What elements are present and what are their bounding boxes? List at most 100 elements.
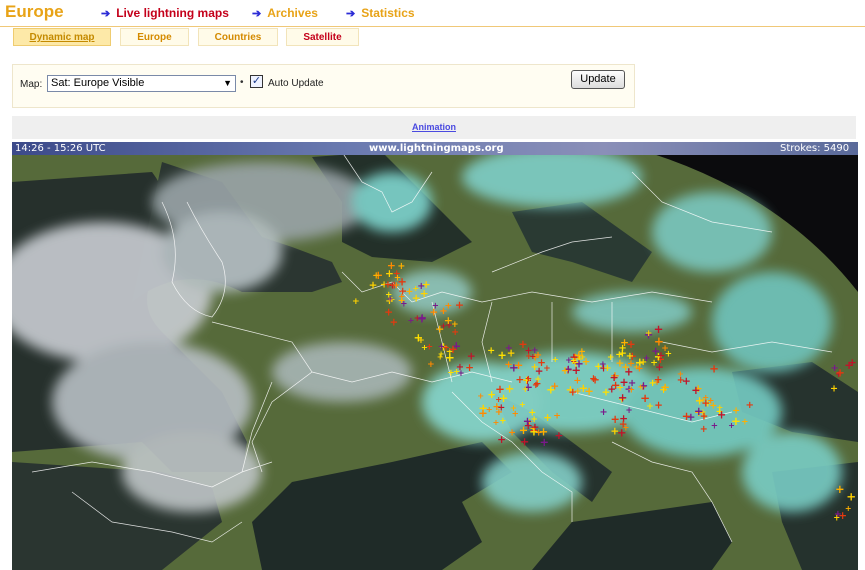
lightning-stroke-marker: +	[584, 385, 593, 398]
lightning-stroke-marker: +	[600, 407, 608, 418]
lightning-stroke-marker: +	[486, 404, 493, 414]
lightning-stroke-marker: +	[555, 430, 564, 442]
lightning-stroke-marker: +	[467, 350, 476, 363]
lightning-stroke-marker: +	[711, 422, 718, 432]
tab-satellite[interactable]: Satellite	[286, 28, 359, 46]
lightning-stroke-marker: +	[352, 296, 360, 307]
lightning-stroke-marker: +	[514, 358, 524, 372]
lightning-stroke-marker: +	[628, 386, 635, 396]
lightning-stroke-marker: +	[525, 375, 532, 385]
lightning-stroke-marker: +	[512, 409, 519, 419]
strokes-count: 5490	[823, 143, 850, 154]
lightning-stroke-marker: +	[594, 361, 602, 372]
lightning-stroke-marker: +	[654, 322, 664, 336]
lightning-stroke-marker: +	[741, 417, 748, 427]
lightning-stroke-marker: +	[700, 411, 709, 423]
lightning-stroke-marker: +	[393, 281, 400, 291]
lightning-stroke-marker: +	[553, 412, 561, 422]
lightning-stroke-marker: +	[660, 380, 670, 394]
lightning-stroke-marker: +	[835, 483, 844, 496]
satellite-lightning-map[interactable]: + + + + + + + + + + + + + + + + + + + + + + + + + + + + + + + + + + + + + + + +…	[12, 142, 858, 570]
lightning-stroke-marker: +	[531, 362, 539, 373]
lightning-stroke-marker: +	[519, 400, 526, 409]
lightning-stroke-marker: +	[654, 335, 664, 349]
lightning-stroke-marker: +	[574, 356, 584, 370]
lightning-stroke-marker: +	[700, 424, 708, 435]
tab-dynamic-map[interactable]: Dynamic map	[13, 28, 111, 46]
nav-link-label: Archives	[267, 6, 318, 20]
nav-link-label: Statistics	[361, 6, 415, 20]
lightning-stroke-marker: +	[520, 434, 530, 448]
lightning-stroke-marker: +	[615, 349, 623, 360]
lightning-stroke-marker: +	[530, 352, 537, 361]
lightning-stroke-marker: +	[427, 360, 435, 370]
lightning-stroke-marker: +	[438, 343, 445, 353]
nav-link-archives[interactable]: ➔ Archives	[252, 6, 318, 20]
lightning-stroke-marker: +	[493, 418, 500, 427]
lightning-stroke-marker: +	[487, 346, 495, 357]
lightning-stroke-marker: +	[529, 424, 539, 438]
lightning-stroke-marker: +	[505, 382, 515, 396]
lightning-stroke-marker: +	[682, 374, 691, 387]
lightning-stroke-marker: +	[508, 427, 516, 438]
lightning-stroke-marker: +	[465, 362, 474, 374]
lightning-stroke-marker: +	[848, 356, 857, 369]
lightning-stroke-marker: +	[455, 298, 464, 311]
lightning-stroke-marker: +	[607, 353, 614, 363]
separator-dot: •	[240, 77, 244, 88]
lightning-stroke-marker: +	[440, 321, 447, 331]
lightning-stroke-marker: +	[543, 364, 550, 374]
page-title: Europe	[5, 2, 64, 21]
lightning-stroke-marker: +	[429, 305, 438, 318]
lightning-stroke-marker: +	[654, 399, 663, 411]
lightning-stroke-marker: +	[385, 268, 394, 280]
lightning-stroke-marker: +	[709, 362, 719, 376]
tab-countries[interactable]: Countries	[198, 28, 278, 46]
lightning-stroke-marker: +	[639, 357, 647, 368]
chevron-down-icon: ▼	[223, 78, 232, 88]
header-divider	[0, 26, 865, 27]
lightning-stroke-marker: +	[447, 368, 454, 378]
lightning-stroke-marker: +	[731, 414, 741, 428]
lightning-stroke-marker: +	[408, 315, 415, 325]
lightning-stroke-marker: +	[574, 387, 582, 397]
lightning-stroke-marker: +	[682, 409, 692, 423]
lightning-stroke-marker: +	[369, 279, 378, 291]
lightning-stroke-marker: +	[400, 300, 407, 310]
map-select-value: Sat: Europe Visible	[51, 77, 145, 89]
lightning-stroke-marker: +	[539, 424, 549, 438]
lightning-stroke-marker: +	[573, 376, 581, 387]
lightning-stroke-marker: +	[649, 378, 657, 389]
lightning-stroke-marker: +	[412, 292, 421, 305]
lightning-stroke-marker: +	[456, 362, 464, 373]
tab-europe[interactable]: Europe	[120, 28, 189, 46]
lightning-stroke-marker: +	[477, 391, 484, 401]
site-url-label: www.lightningmaps.org	[369, 143, 504, 154]
arrow-right-icon: ➔	[346, 7, 356, 20]
auto-update-checkbox[interactable]: ✓	[250, 75, 263, 88]
strokes-counter: Strokes: 5490	[780, 142, 849, 156]
animation-link[interactable]: Animation	[0, 122, 865, 132]
lightning-stroke-marker: +	[497, 433, 506, 446]
lightning-stroke-marker: +	[746, 400, 754, 411]
lightning-stroke-marker: +	[602, 385, 611, 398]
lightning-stroke-marker: +	[426, 342, 434, 352]
nav-link-live-lightning-maps[interactable]: ➔ Live lightning maps	[101, 6, 229, 20]
lightning-stroke-marker: +	[707, 396, 714, 406]
lightning-stroke-marker: +	[846, 489, 856, 503]
lightning-stroke-marker: +	[507, 347, 516, 359]
lightning-stroke-marker: +	[717, 403, 724, 412]
nav-link-statistics[interactable]: ➔ Statistics	[346, 6, 415, 20]
satellite-image: ++++++++++++++++ ++++++++++++++++++ ++++++…	[12, 142, 858, 570]
lightning-stroke-marker: +	[543, 412, 552, 424]
arrow-right-icon: ➔	[252, 7, 262, 20]
arrow-right-icon: ➔	[101, 7, 111, 20]
lightning-stroke-marker: +	[546, 383, 555, 396]
map-select-label: Map:	[20, 79, 43, 90]
lightning-stroke-marker: +	[830, 383, 838, 394]
nav-link-label: Live lightning maps	[116, 6, 229, 20]
update-button[interactable]: Update	[571, 70, 625, 89]
lightning-stroke-marker: +	[497, 349, 506, 362]
lightning-stroke-marker: +	[495, 382, 505, 396]
map-select[interactable]: Sat: Europe Visible ▼	[47, 75, 236, 92]
